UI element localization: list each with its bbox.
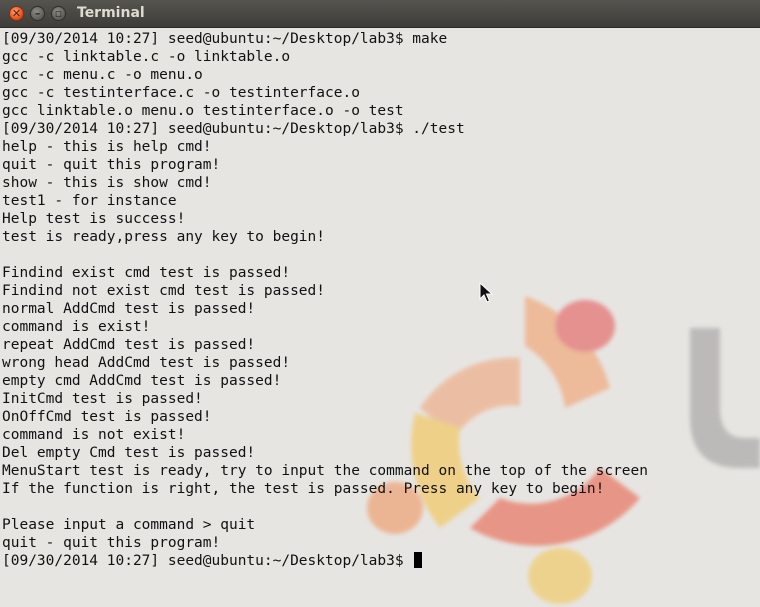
terminal-output: [09/30/2014 10:27] seed@ubuntu:~/Desktop… bbox=[2, 30, 760, 570]
output-line: quit - quit this program! bbox=[2, 157, 221, 173]
output-line: quit - quit this program! bbox=[2, 535, 221, 551]
close-button[interactable]: ✕ bbox=[9, 6, 24, 21]
output-line: [09/30/2014 10:27] seed@ubuntu:~/Desktop… bbox=[2, 121, 465, 137]
output-line: gcc -c linktable.c -o linktable.o bbox=[2, 49, 291, 65]
output-line: normal AddCmd test is passed! bbox=[2, 301, 256, 317]
text-cursor bbox=[414, 552, 423, 568]
output-line: empty cmd AddCmd test is passed! bbox=[2, 373, 282, 389]
shell-prompt: [09/30/2014 10:27] seed@ubuntu:~/Desktop… bbox=[2, 553, 413, 569]
output-line: Findind exist cmd test is passed! bbox=[2, 265, 291, 281]
window-title: Terminal bbox=[77, 5, 145, 21]
maximize-button[interactable]: ▫ bbox=[51, 6, 66, 21]
maximize-icon: ▫ bbox=[54, 7, 63, 20]
output-line: wrong head AddCmd test is passed! bbox=[2, 355, 291, 371]
prompt-line[interactable]: [09/30/2014 10:27] seed@ubuntu:~/Desktop… bbox=[2, 552, 760, 570]
output-line: test1 - for instance bbox=[2, 193, 177, 209]
title-bar[interactable]: ✕ – ▫ Terminal bbox=[0, 0, 760, 28]
output-line: show - this is show cmd! bbox=[2, 175, 212, 191]
minimize-button[interactable]: – bbox=[30, 6, 45, 21]
terminal-area[interactable]: [09/30/2014 10:27] seed@ubuntu:~/Desktop… bbox=[0, 28, 760, 607]
output-line: command is not exist! bbox=[2, 427, 186, 443]
terminal-window: ✕ – ▫ Terminal [09/30/2014 10:27] seed@u… bbox=[0, 0, 760, 607]
output-line: gcc linktable.o menu.o testinterface.o -… bbox=[2, 103, 404, 119]
output-line: test is ready,press any key to begin! bbox=[2, 229, 326, 245]
output-line: gcc -c menu.c -o menu.o bbox=[2, 67, 203, 83]
output-line: command is exist! bbox=[2, 319, 151, 335]
output-line: Help test is success! bbox=[2, 211, 186, 227]
output-line: [09/30/2014 10:27] seed@ubuntu:~/Desktop… bbox=[2, 31, 448, 47]
output-line: gcc -c testinterface.c -o testinterface.… bbox=[2, 85, 360, 101]
output-line: MenuStart test is ready, try to input th… bbox=[2, 463, 649, 479]
output-line: Findind not exist cmd test is passed! bbox=[2, 283, 326, 299]
output-line: OnOffCmd test is passed! bbox=[2, 409, 212, 425]
close-icon: ✕ bbox=[11, 7, 22, 20]
mouse-pointer-icon bbox=[479, 282, 493, 303]
output-line: Please input a command > quit bbox=[2, 517, 256, 533]
minimize-icon: – bbox=[34, 7, 41, 20]
output-line: repeat AddCmd test is passed! bbox=[2, 337, 256, 353]
output-line: If the function is right, the test is pa… bbox=[2, 481, 605, 497]
output-line: InitCmd test is passed! bbox=[2, 391, 203, 407]
output-line: help - this is help cmd! bbox=[2, 139, 212, 155]
output-line: Del empty Cmd test is passed! bbox=[2, 445, 256, 461]
